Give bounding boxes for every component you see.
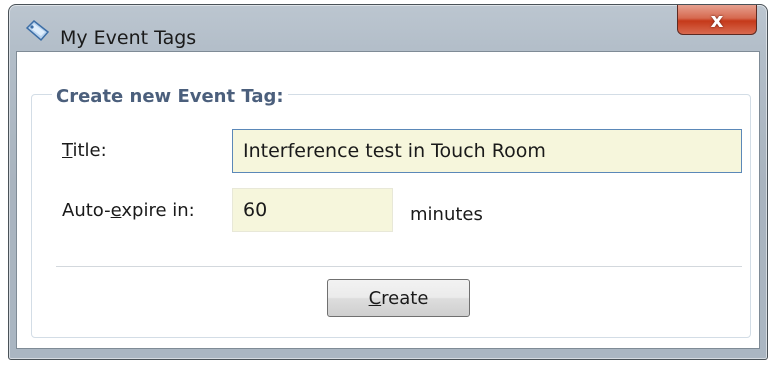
auto-expire-label: Auto-expire in: xyxy=(62,200,195,222)
window-title: My Event Tags xyxy=(60,27,197,49)
title-label: Title: xyxy=(62,140,107,162)
tag-icon xyxy=(25,19,51,42)
auto-expire-label-end: xpire in: xyxy=(121,200,195,221)
title-input[interactable]: Interference test in Touch Room xyxy=(232,129,742,173)
auto-expire-label-start: Auto- xyxy=(62,200,111,221)
close-button[interactable]: x xyxy=(677,5,757,35)
auto-expire-access-key: e xyxy=(110,200,122,221)
title-label-access-key: T xyxy=(62,140,73,161)
create-button-access-key: C xyxy=(368,287,382,309)
auto-expire-input[interactable]: 60 xyxy=(232,188,393,232)
auto-expire-input-value: 60 xyxy=(243,199,268,221)
create-button[interactable]: Create xyxy=(327,279,470,317)
title-label-rest: itle: xyxy=(72,140,107,161)
group-legend: Create new Event Tag: xyxy=(52,86,288,108)
separator-line xyxy=(56,266,742,267)
title-bar[interactable]: My Event Tags xyxy=(9,5,767,51)
title-input-value: Interference test in Touch Room xyxy=(243,140,546,162)
close-icon: x xyxy=(710,7,724,32)
create-button-label-rest: reate xyxy=(381,287,429,309)
minutes-unit-label: minutes xyxy=(410,204,483,225)
